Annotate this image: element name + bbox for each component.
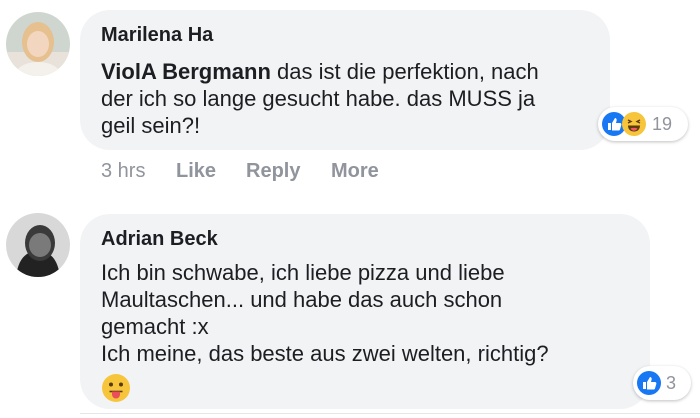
comment-author[interactable]: Adrian Beck: [101, 228, 218, 251]
comment-text: Ich bin schwabe, ich liebe pizza und lie…: [101, 260, 549, 366]
mention-link[interactable]: ViolA Bergmann: [101, 59, 271, 84]
reaction-count: 19: [652, 114, 673, 134]
avatar-adrian[interactable]: [6, 213, 70, 277]
avatar-marilena[interactable]: [6, 12, 70, 76]
haha-icon: [622, 112, 646, 141]
reply-button[interactable]: Reply: [246, 160, 300, 183]
more-button[interactable]: More: [331, 160, 379, 183]
reactions-summary[interactable]: 19: [598, 107, 688, 141]
like-icon: [637, 371, 661, 400]
reactions-summary[interactable]: 3: [633, 366, 691, 400]
divider: [80, 413, 700, 414]
comment-author[interactable]: Marilena Ha: [101, 24, 213, 47]
comment-text: ViolA Bergmann das ist die perfektion, n…: [101, 59, 539, 138]
like-button[interactable]: Like: [176, 160, 216, 183]
timestamp[interactable]: 3 hrs: [101, 160, 145, 183]
tongue-out-emoji: [101, 373, 131, 408]
reaction-count: 3: [666, 373, 677, 393]
